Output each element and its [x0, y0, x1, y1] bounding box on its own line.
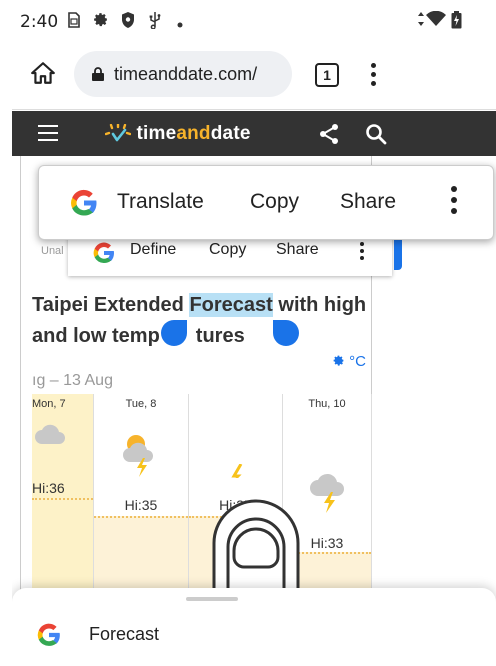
- translate-button[interactable]: Translate: [117, 190, 204, 214]
- title-part: Taipei Extended: [32, 294, 190, 316]
- hi-temp: Hi:35: [124, 497, 158, 513]
- selection-handle-end[interactable]: [273, 320, 299, 346]
- title-part: with high: [272, 294, 367, 316]
- hamburger-menu-icon[interactable]: [38, 125, 58, 141]
- search-bottom-sheet[interactable]: Forecast: [12, 588, 496, 666]
- share-button-secondary[interactable]: Share: [276, 241, 319, 259]
- partial-text: Unal: [41, 245, 64, 257]
- temp-bar: [32, 498, 93, 594]
- search-icon[interactable]: [364, 122, 388, 146]
- text-selection-toolbar: Translate Copy Share: [38, 165, 494, 240]
- forecast-table: Mon, 7 Hi:36 Tue, 8 Hi:35 Thu, 10 Hi:33: [32, 394, 372, 594]
- lock-icon: [92, 67, 104, 81]
- logo-sparkle-icon: [104, 122, 136, 144]
- hi-temp: Hi:36: [32, 480, 65, 496]
- page-title: Taipei Extended Forecast with high and l…: [32, 290, 382, 352]
- google-icon: [36, 621, 62, 649]
- thunderstorm-icon: [231, 463, 245, 483]
- date-range: ıg – 13 Aug: [32, 372, 113, 389]
- share-icon[interactable]: [317, 122, 341, 146]
- temp-bar: [94, 516, 188, 594]
- url-text: timeanddate.com/: [114, 64, 258, 84]
- google-icon[interactable]: [69, 186, 99, 220]
- browser-menu-button[interactable]: [369, 63, 377, 87]
- phone-screen: 2:40 timeanddate.com/ 1 timeanddate Taip…: [12, 0, 496, 666]
- battery-icon: [451, 11, 462, 33]
- browser-toolbar: timeanddate.com/ 1: [12, 44, 496, 110]
- search-term: Forecast: [89, 624, 160, 644]
- day-label: Tue, 8: [125, 398, 157, 410]
- status-time: 2:40: [20, 12, 59, 32]
- define-button[interactable]: Define: [130, 241, 176, 259]
- logo-date: date: [210, 123, 251, 144]
- unit-label: °C: [349, 353, 367, 370]
- usb-icon: [148, 11, 162, 33]
- address-bar[interactable]: timeanddate.com/: [74, 51, 292, 97]
- selection-handle-start[interactable]: [161, 320, 187, 346]
- google-icon[interactable]: [92, 240, 116, 266]
- cloud-icon: [34, 422, 68, 451]
- more-options-icon[interactable]: [451, 186, 459, 219]
- copy-button[interactable]: Copy: [250, 190, 299, 214]
- title-part: tures: [195, 325, 245, 347]
- share-button[interactable]: Share: [340, 190, 396, 214]
- dot-icon: [177, 15, 183, 32]
- unit-toggle[interactable]: °C: [332, 353, 366, 370]
- copy-button-secondary[interactable]: Copy: [209, 241, 246, 259]
- gear-icon: [92, 11, 109, 32]
- day-label: Thu, 10: [308, 398, 346, 410]
- sim-icon: [66, 11, 82, 33]
- logo-time: time: [136, 123, 177, 144]
- shield-icon: [120, 11, 136, 33]
- site-logo[interactable]: timeanddate: [104, 122, 251, 145]
- title-part: and low temp: [32, 325, 160, 347]
- site-header: timeanddate: [12, 111, 496, 156]
- thunderstorm-icon: [122, 432, 160, 483]
- forecast-day: Mon, 7 Hi:36: [32, 394, 94, 594]
- home-icon[interactable]: [30, 60, 56, 86]
- data-arrows-icon: [417, 11, 425, 31]
- day-label: Mon, 7: [32, 398, 66, 410]
- tab-switcher-button[interactable]: 1: [315, 63, 339, 87]
- thunderstorm-icon: [309, 472, 351, 519]
- more-options-icon[interactable]: [360, 242, 366, 263]
- status-bar: 2:40: [12, 0, 496, 44]
- wifi-icon: [426, 10, 446, 31]
- logo-and: and: [176, 123, 211, 144]
- drag-handle[interactable]: [186, 597, 238, 601]
- forecast-day: Tue, 8 Hi:35: [94, 394, 189, 594]
- gear-icon: [332, 353, 349, 370]
- selected-text[interactable]: Forecast: [189, 293, 273, 317]
